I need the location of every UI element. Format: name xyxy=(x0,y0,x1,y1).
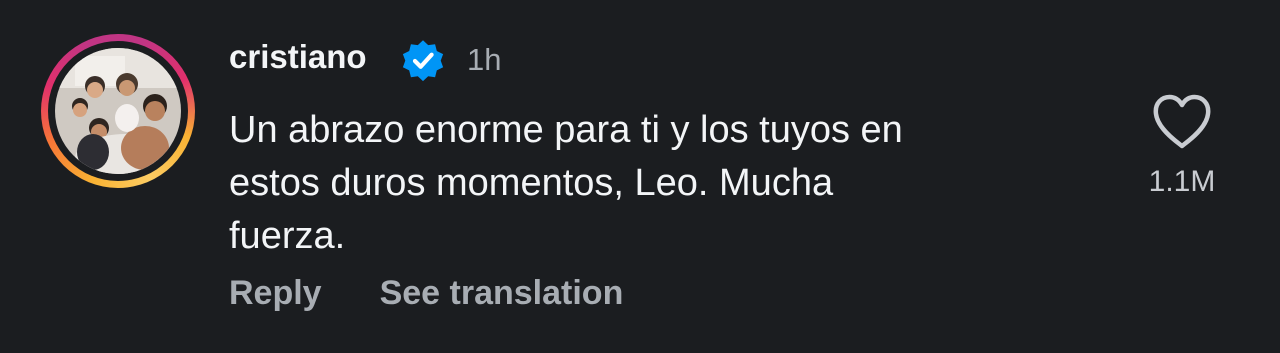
comment-item: cristiano 1h Un abrazo enorme para ti y … xyxy=(0,0,1280,353)
comment-username[interactable]: cristiano xyxy=(229,38,367,76)
heart-outline-icon[interactable] xyxy=(1150,92,1214,152)
like-count: 1.1M xyxy=(1148,165,1216,198)
avatar-photo-image xyxy=(55,48,181,174)
reply-button[interactable]: Reply xyxy=(229,274,322,313)
story-ring[interactable] xyxy=(41,34,195,188)
verified-badge-icon xyxy=(402,40,444,82)
see-translation-button[interactable]: See translation xyxy=(380,274,624,313)
comment-actions: Reply See translation xyxy=(229,268,623,318)
avatar[interactable] xyxy=(55,48,181,174)
comment-body: Un abrazo enorme para ti y los tuyos en … xyxy=(229,109,903,257)
comment-timestamp: 1h xyxy=(467,42,502,77)
